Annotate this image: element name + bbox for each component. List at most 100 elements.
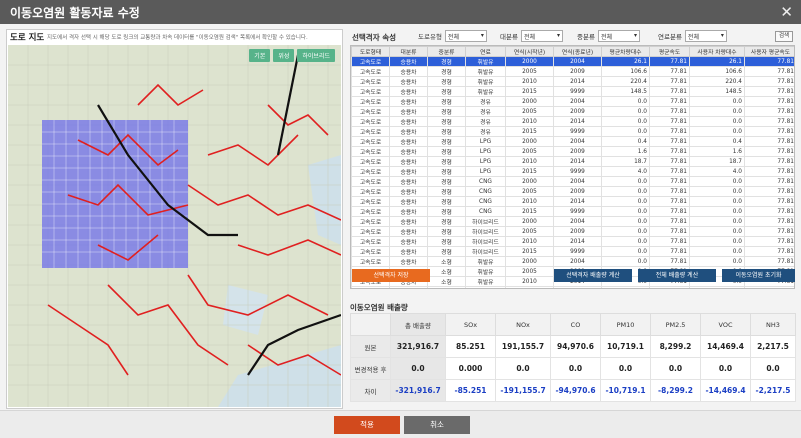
table-cell: 77.81 bbox=[649, 116, 690, 127]
table-cell: 77.81 bbox=[744, 286, 794, 288]
table-cell: 승용차 bbox=[389, 226, 428, 237]
table-row[interactable]: 고속도로 승용차 경형 CNG 2000 2004 0.0 77.81 0.0 77.81 bbox=[351, 176, 794, 187]
grid-column-header[interactable]: 대분류 bbox=[389, 46, 428, 57]
table-row[interactable]: 고속도로 승용차 경형 경유 2005 2009 0.0 77.81 0.0 77.81 bbox=[351, 106, 794, 117]
grid-column-header[interactable]: 사용자 차량대수 bbox=[689, 46, 745, 57]
emissions-value: 85.251 bbox=[445, 335, 496, 358]
grid-column-header[interactable]: 평균차량대수 bbox=[601, 46, 650, 57]
calc-selected-button[interactable]: 선택격자 배출량 계산 bbox=[554, 269, 632, 282]
table-cell: 77.81 bbox=[744, 186, 794, 197]
table-row[interactable]: 고속도로승용차소형휘발유201599990.077.810.077.81 bbox=[351, 286, 794, 288]
table-cell: 2000 bbox=[505, 216, 554, 227]
emissions-column-header: NOx bbox=[495, 313, 551, 336]
emissions-value: 94,970.6 bbox=[550, 335, 601, 358]
grid-column-header[interactable]: 평균속도 bbox=[649, 46, 690, 57]
map-hint: 지도에서 격자 선택 시 해당 도로 링크의 교통량과 차속 데이터를 "이동오… bbox=[47, 35, 308, 41]
table-cell: 경형 bbox=[427, 86, 466, 97]
table-cell: 고속도로 bbox=[351, 146, 390, 157]
table-cell: 0.0 bbox=[689, 126, 745, 137]
table-cell: 0.4 bbox=[601, 136, 650, 147]
table-cell: 2004 bbox=[553, 136, 602, 147]
table-row[interactable]: 고속도로 승용차 경형 경유 2015 9999 0.0 77.81 0.0 77.81 bbox=[351, 126, 794, 137]
table-row[interactable]: 고속도로 승용차 경형 경유 2000 2004 0.0 77.81 0.0 77.81 bbox=[351, 96, 794, 107]
table-cell: 77.81 bbox=[744, 196, 794, 207]
table-row[interactable]: 고속도로 승용차 경형 휘발유 2005 2009 106.6 77.81 106.6 77.81 bbox=[351, 66, 794, 77]
map-canvas[interactable] bbox=[8, 45, 341, 407]
map-type-hybrid-button[interactable]: 하이브리드 bbox=[297, 49, 335, 62]
table-row[interactable]: 고속도로 승용차 경형 휘발유 2000 2004 26.1 77.81 26.1 77.81 bbox=[351, 56, 794, 67]
table-row[interactable]: 고속도로 승용차 경형 하이브리드 2015 9999 0.0 77.81 0.0 77.81 bbox=[351, 246, 794, 257]
close-icon[interactable]: ✕ bbox=[780, 3, 793, 21]
table-row[interactable]: 고속도로 승용차 소형 휘발유 2000 2004 0.0 77.81 0.0 77.81 bbox=[351, 256, 794, 267]
table-row[interactable]: 고속도로 승용차 경형 LPG 2000 2004 0.4 77.81 0.4 77.81 bbox=[351, 136, 794, 147]
table-row[interactable]: 고속도로 승용차 경형 LPG 2015 9999 4.0 77.81 4.0 77.81 bbox=[351, 166, 794, 177]
grid-column-header[interactable]: 사용자 평균속도 bbox=[744, 46, 794, 57]
table-cell: 2004 bbox=[553, 176, 602, 187]
grid-column-header[interactable]: 연식(시작년) bbox=[505, 46, 554, 57]
table-cell: 0.0 bbox=[689, 176, 745, 187]
search-button[interactable]: 검색 bbox=[775, 31, 793, 42]
table-cell: 77.81 bbox=[649, 96, 690, 107]
select-value: 전체 bbox=[600, 34, 612, 41]
table-cell: 승용차 bbox=[389, 286, 428, 288]
grid-column-header[interactable]: 연료 bbox=[465, 46, 506, 57]
table-row[interactable]: 고속도로 승용차 경형 CNG 2015 9999 0.0 77.81 0.0 77.81 bbox=[351, 206, 794, 217]
fuel-select[interactable]: 전체 ▾ bbox=[684, 30, 727, 42]
table-cell: 0.0 bbox=[689, 236, 745, 247]
emissions-row-label: 원본 bbox=[350, 335, 391, 358]
table-cell: 승용차 bbox=[389, 56, 428, 67]
table-row[interactable]: 고속도로 승용차 경형 하이브리드 2000 2004 0.0 77.81 0.0 77.81 bbox=[351, 216, 794, 227]
grid-column-header[interactable]: 연식(종료년) bbox=[553, 46, 602, 57]
reset-button[interactable]: 이동오염원 초기화 bbox=[722, 269, 795, 282]
minor-class-select[interactable]: 전체 ▾ bbox=[597, 30, 640, 42]
emissions-body: 원본 321,916.7 85.251 191,155.7 94,970.6 10,719… bbox=[350, 335, 796, 402]
table-cell: 경형 bbox=[427, 96, 466, 107]
table-cell: 77.81 bbox=[744, 66, 794, 77]
table-cell: 승용차 bbox=[389, 136, 428, 147]
table-row[interactable]: 고속도로 승용차 경형 휘발유 2015 9999 148.5 77.81 148.5 77.81 bbox=[351, 86, 794, 97]
table-cell: 2014 bbox=[553, 76, 602, 87]
table-row[interactable]: 고속도로 승용차 경형 LPG 2010 2014 18.7 77.81 18.7 77.81 bbox=[351, 156, 794, 167]
table-cell: 106.6 bbox=[601, 66, 650, 77]
table-row[interactable]: 고속도로 승용차 경형 휘발유 2010 2014 220.4 77.81 220.4 77.81 bbox=[351, 76, 794, 87]
table-cell: 220.4 bbox=[601, 76, 650, 87]
emissions-value: -8,299.2 bbox=[650, 379, 701, 402]
grid-column-header[interactable]: 중분류 bbox=[427, 46, 466, 57]
grid-column-header[interactable]: 도로형태 bbox=[351, 46, 390, 57]
table-row[interactable]: 고속도로 승용차 경형 하이브리드 2010 2014 0.0 77.81 0.0 77.81 bbox=[351, 236, 794, 247]
table-cell: 하이브리드 bbox=[465, 246, 506, 257]
save-grid-button[interactable]: 선택격자 저장 bbox=[352, 269, 430, 282]
table-cell: 2005 bbox=[505, 146, 554, 157]
table-cell: 경형 bbox=[427, 66, 466, 77]
table-row[interactable]: 고속도로 승용차 경형 경유 2010 2014 0.0 77.81 0.0 77.81 bbox=[351, 116, 794, 127]
table-cell: 승용차 bbox=[389, 176, 428, 187]
table-cell: 77.81 bbox=[649, 136, 690, 147]
apply-button[interactable]: 적용 bbox=[334, 416, 400, 434]
table-row[interactable]: 고속도로 승용차 경형 CNG 2005 2009 0.0 77.81 0.0 77.81 bbox=[351, 186, 794, 197]
table-cell: 77.81 bbox=[744, 256, 794, 267]
table-cell: 2015 bbox=[505, 286, 554, 288]
road-type-select[interactable]: 전체 ▾ bbox=[444, 30, 487, 42]
road-map[interactable]: 기본 위성 하이브리드 bbox=[8, 45, 341, 407]
table-row[interactable]: 고속도로 승용차 경형 LPG 2005 2009 1.6 77.81 1.6 77.81 bbox=[351, 146, 794, 157]
table-cell: 2015 bbox=[505, 206, 554, 217]
table-cell: LPG bbox=[465, 166, 506, 177]
emissions-value: 0.000 bbox=[445, 357, 496, 380]
map-type-satellite-button[interactable]: 위성 bbox=[273, 49, 295, 62]
table-row[interactable]: 고속도로 승용차 경형 하이브리드 2005 2009 0.0 77.81 0.0 77.81 bbox=[351, 226, 794, 237]
table-cell: 소형 bbox=[427, 286, 466, 288]
table-cell: 경형 bbox=[427, 176, 466, 187]
cancel-button[interactable]: 취소 bbox=[404, 416, 470, 434]
table-cell: 77.81 bbox=[649, 246, 690, 257]
selected-grid-area[interactable] bbox=[42, 120, 188, 268]
table-row[interactable]: 고속도로 승용차 경형 CNG 2010 2014 0.0 77.81 0.0 77.81 bbox=[351, 196, 794, 207]
table-cell: 1.6 bbox=[601, 146, 650, 157]
table-cell: 고속도로 bbox=[351, 166, 390, 177]
table-cell: 77.81 bbox=[649, 226, 690, 237]
table-cell: 고속도로 bbox=[351, 236, 390, 247]
calc-all-button[interactable]: 전체 배출량 계산 bbox=[638, 269, 716, 282]
table-cell: 9999 bbox=[553, 86, 602, 97]
major-class-select[interactable]: 전체 ▾ bbox=[520, 30, 563, 42]
grid-header-row: 도로형태 대분류 중분류 연료 연식(시작년) 연식(종료년) 평균차량대수 평균속도 사용자 … bbox=[351, 46, 794, 57]
map-type-basic-button[interactable]: 기본 bbox=[249, 49, 271, 62]
